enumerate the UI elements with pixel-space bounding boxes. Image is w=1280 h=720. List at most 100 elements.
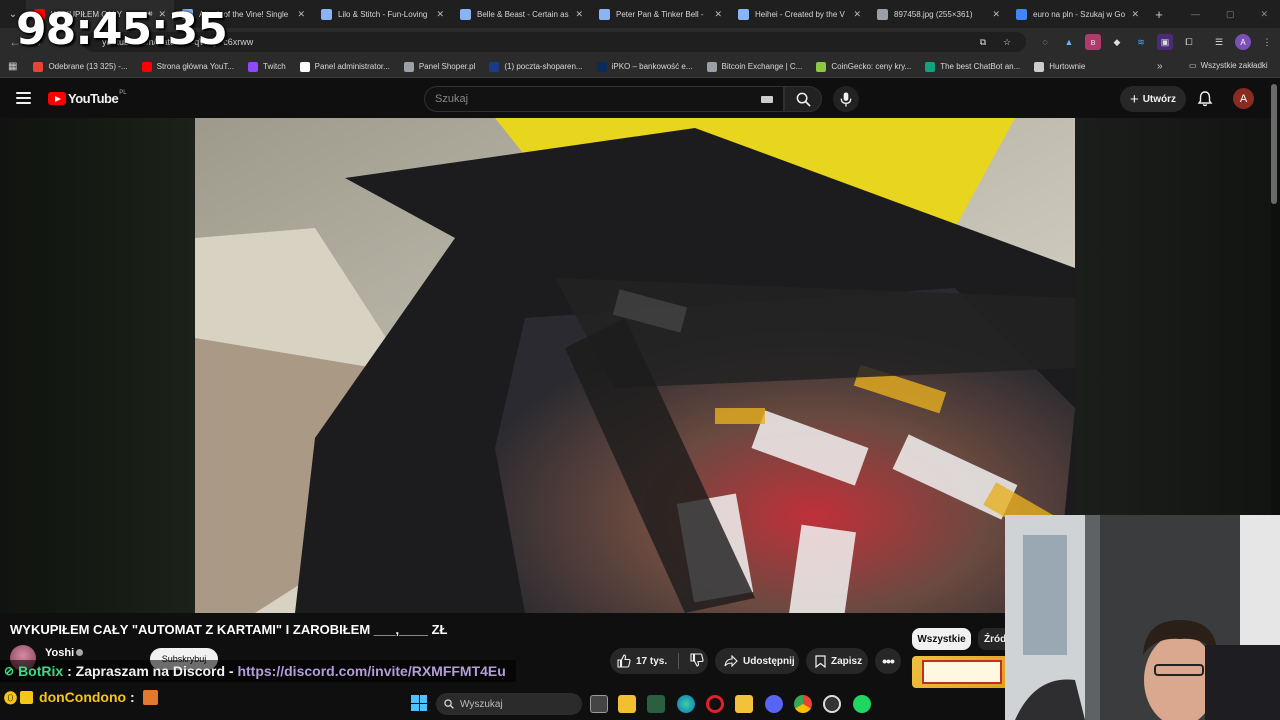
bookmark-item[interactable]: Panel Shoper.pl: [403, 61, 475, 72]
apps-grid-icon[interactable]: ▦: [8, 61, 17, 72]
bookmark-item[interactable]: The best ChatBot an...: [925, 61, 1021, 72]
account-avatar[interactable]: A: [1233, 88, 1254, 109]
extension-diamond-icon[interactable]: ◆: [1109, 34, 1125, 50]
maximize-icon[interactable]: ▢: [1226, 9, 1235, 20]
tab-title: 897458.jpg (255×361): [894, 9, 973, 19]
like-button[interactable]: 17 tys.: [610, 654, 667, 668]
browser-tab[interactable]: Lilo & Stitch - Fun-Loving ✕: [313, 0, 452, 28]
bookmark-item[interactable]: Hurtownie: [1034, 61, 1085, 72]
close-tab-icon[interactable]: ✕: [992, 9, 1000, 20]
more-actions-button[interactable]: •••: [875, 648, 901, 674]
country-code: PL: [119, 89, 127, 96]
extension-pink-icon[interactable]: ʙ: [1085, 34, 1101, 50]
new-tab-plus-icon[interactable]: +: [1147, 7, 1171, 22]
bookmark-item[interactable]: Strona główna YouT...: [141, 61, 234, 72]
menu-hamburger-icon[interactable]: [16, 92, 31, 104]
bookmark-item[interactable]: Twitch: [248, 61, 286, 72]
extension-square-icon[interactable]: ▣: [1157, 34, 1173, 50]
doc-icon: [460, 8, 471, 20]
taskbar-search[interactable]: Wyszukaj: [436, 693, 582, 715]
mod-badge-icon: [20, 690, 34, 704]
chat-link[interactable]: https://discord.com/invite/RXMFFMT4Eu: [237, 663, 505, 679]
create-button[interactable]: + Utwórz: [1120, 86, 1186, 112]
terminal-icon[interactable]: [647, 695, 665, 713]
bookmark-item[interactable]: CoinGecko: ceny kry...: [816, 61, 911, 72]
page-scrollbar[interactable]: [1271, 84, 1277, 204]
youtube-icon: [141, 61, 152, 72]
bookmark-label: Odebrane (13 325) -...: [48, 62, 128, 71]
youtube-logo[interactable]: YouTube PL: [48, 89, 127, 106]
extensions-puzzle-icon[interactable]: ⧠: [1181, 34, 1197, 50]
share-arrow-icon: [724, 655, 738, 667]
bookmark-star-icon[interactable]: ☆: [999, 34, 1015, 50]
google-icon: [1016, 8, 1027, 20]
bookmark-item[interactable]: (1) poczta-shoparen...: [489, 61, 583, 72]
browser-tab[interactable]: euro na pln - Szukaj w Go ✕: [1008, 0, 1147, 28]
close-window-icon[interactable]: ✕: [1260, 9, 1268, 20]
edge-icon[interactable]: [677, 695, 695, 713]
extension-icons: ⧉ ☆ ◌ ▲ ʙ ◆ ≋ ▣ ⧠ ☰ A ⋮: [975, 34, 1275, 50]
browser-tab[interactable]: Peter Pan & Tinker Bell - ✕: [591, 0, 730, 28]
recommended-video-thumbnail[interactable]: [912, 656, 1008, 688]
extension-drop-icon[interactable]: ▲: [1061, 34, 1077, 50]
search-icon: [444, 699, 454, 709]
save-button[interactable]: Zapisz: [806, 648, 868, 674]
webcam-image: [1005, 515, 1280, 720]
browser-menu-icon[interactable]: ⋮: [1259, 34, 1275, 50]
chrome-icon[interactable]: [794, 695, 812, 713]
taskbar-search-placeholder: Wyszukaj: [460, 698, 503, 710]
youtube-wordmark: YouTube: [68, 91, 119, 106]
close-tab-icon[interactable]: ✕: [436, 9, 444, 20]
search-button[interactable]: [784, 86, 822, 112]
all-bookmarks-folder[interactable]: ▭ Wszystkie zakładki: [1189, 61, 1268, 70]
close-tab-icon[interactable]: ✕: [853, 9, 861, 20]
microphone-icon: [840, 91, 852, 107]
shopper-icon: [299, 61, 310, 72]
notifications-bell-icon[interactable]: [1196, 90, 1214, 108]
divider: [678, 653, 680, 669]
share-button[interactable]: Udostępnij: [715, 648, 799, 674]
bookmark-icon: [815, 654, 826, 668]
chat-user: donCondono: [39, 689, 127, 705]
cast-icon[interactable]: ⧉: [975, 34, 991, 50]
file-explorer-icon[interactable]: [735, 695, 753, 713]
search-input[interactable]: Szukaj: [424, 86, 784, 112]
extension-wave-icon[interactable]: ≋: [1133, 34, 1149, 50]
browser-tab[interactable]: Belle & Beast - Certain as ✕: [452, 0, 591, 28]
mail-icon: [489, 61, 500, 72]
filter-chip-all[interactable]: Wszystkie: [912, 628, 971, 650]
bookmark-item[interactable]: Panel administrator...: [299, 61, 390, 72]
bookmark-item[interactable]: Odebrane (13 325) -...: [33, 61, 128, 72]
emote-icon: [142, 689, 158, 705]
store-icon[interactable]: [618, 695, 636, 713]
close-tab-icon[interactable]: ✕: [575, 9, 583, 20]
video-player[interactable]: [195, 118, 1075, 613]
extension-circle-icon[interactable]: ◌: [1037, 34, 1053, 50]
browser-tab[interactable]: 897458.jpg (255×361) ✕: [869, 0, 1008, 28]
discord-icon[interactable]: [765, 695, 783, 713]
spotify-icon[interactable]: [853, 695, 871, 713]
reading-list-icon[interactable]: ☰: [1211, 34, 1227, 50]
close-tab-icon[interactable]: ✕: [297, 9, 305, 20]
close-tab-icon[interactable]: ✕: [714, 9, 722, 20]
minimize-icon[interactable]: —: [1191, 9, 1200, 19]
bookmark-label: Panel administrator...: [314, 62, 390, 71]
bookmark-item[interactable]: Bitcoin Exchange | C...: [706, 61, 802, 72]
task-view-icon[interactable]: [590, 695, 608, 713]
bookmark-label: The best ChatBot an...: [940, 62, 1021, 71]
dislike-button[interactable]: [684, 652, 704, 670]
twitch-icon: [248, 61, 258, 72]
opera-icon[interactable]: [706, 695, 724, 713]
close-tab-icon[interactable]: ✕: [1131, 9, 1139, 20]
channel-name[interactable]: Yoshi: [45, 647, 74, 659]
more-bookmarks-chevron-icon[interactable]: »: [1157, 61, 1163, 72]
profile-avatar[interactable]: A: [1235, 34, 1251, 50]
windows-start-icon[interactable]: [411, 695, 427, 711]
bookmark-item[interactable]: iPKO – bankowość e...: [596, 61, 693, 72]
obs-icon[interactable]: [823, 695, 841, 713]
tab-title: Heihei - Created by the V: [755, 9, 845, 19]
all-bookmarks-label: Wszystkie zakładki: [1200, 61, 1268, 70]
voice-search-button[interactable]: [833, 86, 859, 112]
browser-tab[interactable]: Heihei - Created by the V ✕: [730, 0, 869, 28]
keyboard-icon[interactable]: [761, 96, 773, 103]
